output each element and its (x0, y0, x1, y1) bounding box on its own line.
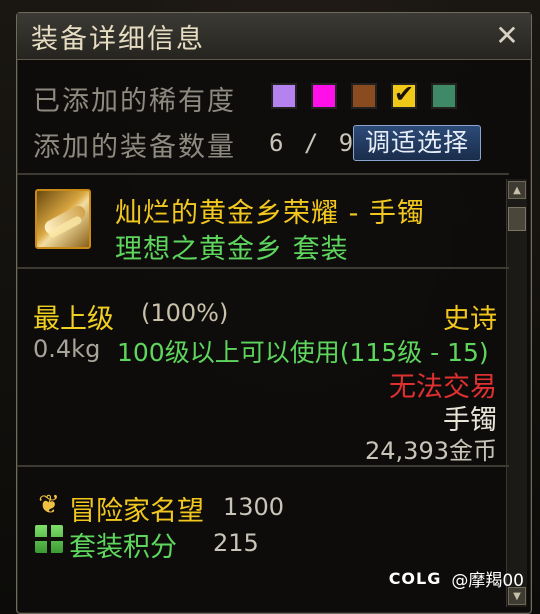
equipment-detail-window: 装备详细信息 ✕ 已添加的稀有度 ✔ 添加的装备数量 6 / 9 调适选择 ▲ … (16, 12, 532, 614)
set-points-icon (35, 525, 63, 553)
scroll-up-button[interactable]: ▲ (508, 181, 526, 199)
item-grade: 最上级 (33, 304, 114, 335)
set-points-value: 215 (213, 529, 259, 557)
equipment-count-label: 添加的装备数量 (33, 132, 236, 163)
laurel-icon: ❦ (38, 490, 60, 520)
divider (17, 173, 509, 175)
rarity-swatch[interactable] (431, 83, 457, 109)
gold-bracelet-icon[interactable] (35, 189, 91, 249)
adjust-selection-button[interactable]: 调适选择 (353, 125, 481, 161)
set-points-label: 套装积分 (69, 532, 177, 563)
rarity-swatch[interactable] (271, 83, 297, 109)
item-weight: 0.4kg (33, 335, 101, 363)
item-grade-percent: (100%) (141, 299, 229, 327)
rarity-swatch[interactable] (311, 83, 337, 109)
arrow-up-icon: ▲ (513, 185, 521, 196)
watermark-user: @摩羯00 (451, 571, 524, 591)
fame-value: 1300 (223, 493, 285, 521)
rarity-swatch-checked[interactable]: ✔ (391, 80, 417, 109)
item-name: 灿烂的黄金乡荣耀 - 手镯 (115, 198, 425, 229)
watermark-logo: COLG (388, 569, 442, 588)
close-button[interactable]: ✕ (493, 22, 521, 50)
level-requirement: 100级以上可以使用(115级 - 15) (117, 338, 489, 367)
divider (17, 465, 509, 467)
check-icon: ✔ (394, 80, 415, 108)
item-rarity: 史诗 (443, 304, 497, 335)
arrow-down-icon: ▼ (513, 591, 521, 602)
rarity-swatch[interactable] (351, 83, 377, 109)
window-title: 装备详细信息 (31, 23, 205, 55)
equipment-count-value: 6 / 9 (269, 129, 357, 157)
fame-label: 冒险家名望 (69, 496, 204, 527)
window-titlebar[interactable]: 装备详细信息 ✕ (17, 13, 531, 60)
scroll-thumb[interactable] (508, 207, 526, 231)
item-price: 24,393金币 (365, 437, 497, 465)
scrollbar[interactable]: ▲ ▼ (506, 179, 527, 607)
divider (17, 267, 509, 269)
rarity-filter-label: 已添加的稀有度 (33, 86, 236, 117)
set-name: 理想之黄金乡 套装 (115, 234, 349, 265)
watermark: COLG @摩羯00 (389, 566, 524, 591)
close-icon: ✕ (495, 19, 519, 52)
